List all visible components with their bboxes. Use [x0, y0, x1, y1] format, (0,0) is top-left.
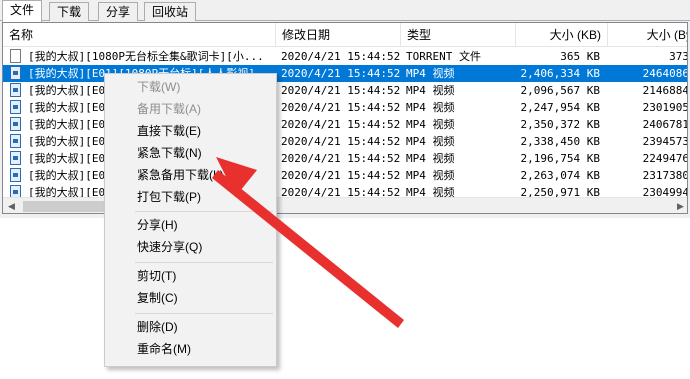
menu-item-direct-download[interactable]: 直接下载(E) — [105, 120, 276, 142]
menu-item-download[interactable]: 下载(W) — [105, 76, 276, 98]
file-size-kb: 2,247,954 KB — [520, 101, 600, 114]
menu-item-urgent-backup-download[interactable]: 紧急备用下载(L) — [105, 164, 276, 186]
file-size-bytes: 2146884 — [642, 84, 688, 97]
context-menu: 下载(W) 备用下载(A) 直接下载(E) 紧急下载(N) 紧急备用下载(L) … — [104, 73, 277, 367]
file-type: MP4 视频 — [406, 135, 455, 148]
menu-separator — [135, 211, 273, 212]
file-type: MP4 视频 — [406, 169, 455, 182]
file-date: 2020/4/21 15:44:52 — [281, 84, 401, 97]
file-type-cell — [10, 82, 24, 99]
menu-item-pack-download[interactable]: 打包下载(P) — [105, 186, 276, 208]
column-header-size-kb[interactable]: 大小 (KB) — [516, 23, 608, 47]
list-header: 名称 修改日期 类型 大小 (KB) 大小 (By — [3, 23, 687, 47]
tab-bar: 文件 下载 分享 回收站 — [0, 0, 690, 22]
file-size-kb: 2,350,372 KB — [520, 118, 600, 131]
mp4-icon — [10, 168, 21, 182]
mp4-icon — [10, 83, 21, 97]
menu-separator — [135, 313, 273, 314]
mp4-icon — [10, 117, 21, 131]
mp4-icon — [10, 66, 21, 80]
mp4-icon — [10, 100, 21, 114]
menu-item-rename[interactable]: 重命名(M) — [105, 338, 276, 360]
file-type-cell — [10, 167, 24, 184]
file-date: 2020/4/21 15:44:52 — [281, 169, 401, 182]
mp4-icon — [10, 151, 21, 165]
file-date: 2020/4/21 15:44:52 — [281, 135, 401, 148]
file-size-kb: 2,196,754 KB — [520, 152, 600, 165]
menu-item-delete[interactable]: 删除(D) — [105, 316, 276, 338]
menu-item-urgent-download[interactable]: 紧急下载(N) — [105, 142, 276, 164]
file-type-cell — [10, 48, 24, 65]
column-header-size-bytes[interactable]: 大小 (By — [608, 23, 687, 47]
menu-item-copy[interactable]: 复制(C) — [105, 287, 276, 309]
menu-item-backup-download[interactable]: 备用下载(A) — [105, 98, 276, 120]
file-size-kb: 2,263,074 KB — [520, 169, 600, 182]
file-size-bytes: 2249476 — [642, 152, 688, 165]
menu-separator — [135, 262, 273, 263]
file-date: 2020/4/21 15:44:52 — [281, 118, 401, 131]
column-header-name[interactable]: 名称 — [3, 23, 276, 47]
file-type-cell — [10, 99, 24, 116]
file-type-cell — [10, 150, 24, 167]
file-size-bytes: 2301905 — [642, 101, 688, 114]
file-size-kb: 2,406,334 KB — [520, 67, 600, 80]
file-type-cell — [10, 116, 24, 133]
file-size-bytes: 2394573 — [642, 135, 688, 148]
table-row[interactable]: [我的大叔][1080P无台标全集&歌词卡][小... 2020/4/21 15:… — [3, 48, 688, 65]
file-type: MP4 视频 — [406, 101, 455, 114]
scroll-left-icon[interactable]: ◀ — [3, 198, 20, 213]
file-type: MP4 视频 — [406, 118, 455, 131]
file-type: MP4 视频 — [406, 67, 455, 80]
file-size-bytes: 373 — [669, 50, 688, 63]
file-date: 2020/4/21 15:44:52 — [281, 50, 401, 63]
file-size-kb: 2,338,450 KB — [520, 135, 600, 148]
file-date: 2020/4/21 15:44:52 — [281, 101, 401, 114]
file-size-kb: 2,096,567 KB — [520, 84, 600, 97]
menu-item-share[interactable]: 分享(H) — [105, 214, 276, 236]
file-date: 2020/4/21 15:44:52 — [281, 152, 401, 165]
file-icon — [10, 49, 21, 63]
file-size-bytes: 2317380 — [642, 169, 688, 182]
menu-item-quick-share[interactable]: 快速分享(Q) — [105, 236, 276, 258]
tab-files[interactable]: 文件 — [2, 0, 43, 22]
menu-item-cut[interactable]: 剪切(T) — [105, 265, 276, 287]
file-type: MP4 视频 — [406, 152, 455, 165]
file-name: [我的大叔][1080P无台标全集&歌词卡][小... — [28, 50, 264, 63]
tab-share[interactable]: 分享 — [98, 2, 139, 21]
file-type: MP4 视频 — [406, 84, 455, 97]
file-type: TORRENT 文件 — [406, 50, 481, 63]
column-header-type[interactable]: 类型 — [401, 23, 516, 47]
file-date: 2020/4/21 15:44:52 — [281, 67, 401, 80]
file-size-bytes: 2406781 — [642, 118, 688, 131]
file-type-cell — [10, 133, 24, 150]
scroll-right-icon[interactable]: ▶ — [672, 198, 687, 213]
tab-downloads[interactable]: 下载 — [49, 2, 90, 21]
column-header-date[interactable]: 修改日期 — [276, 23, 401, 47]
tab-recycle-bin[interactable]: 回收站 — [144, 2, 197, 21]
file-size-kb: 365 KB — [560, 50, 600, 63]
file-size-bytes: 2464086 — [642, 67, 688, 80]
file-type-cell — [10, 65, 24, 82]
mp4-icon — [10, 134, 21, 148]
